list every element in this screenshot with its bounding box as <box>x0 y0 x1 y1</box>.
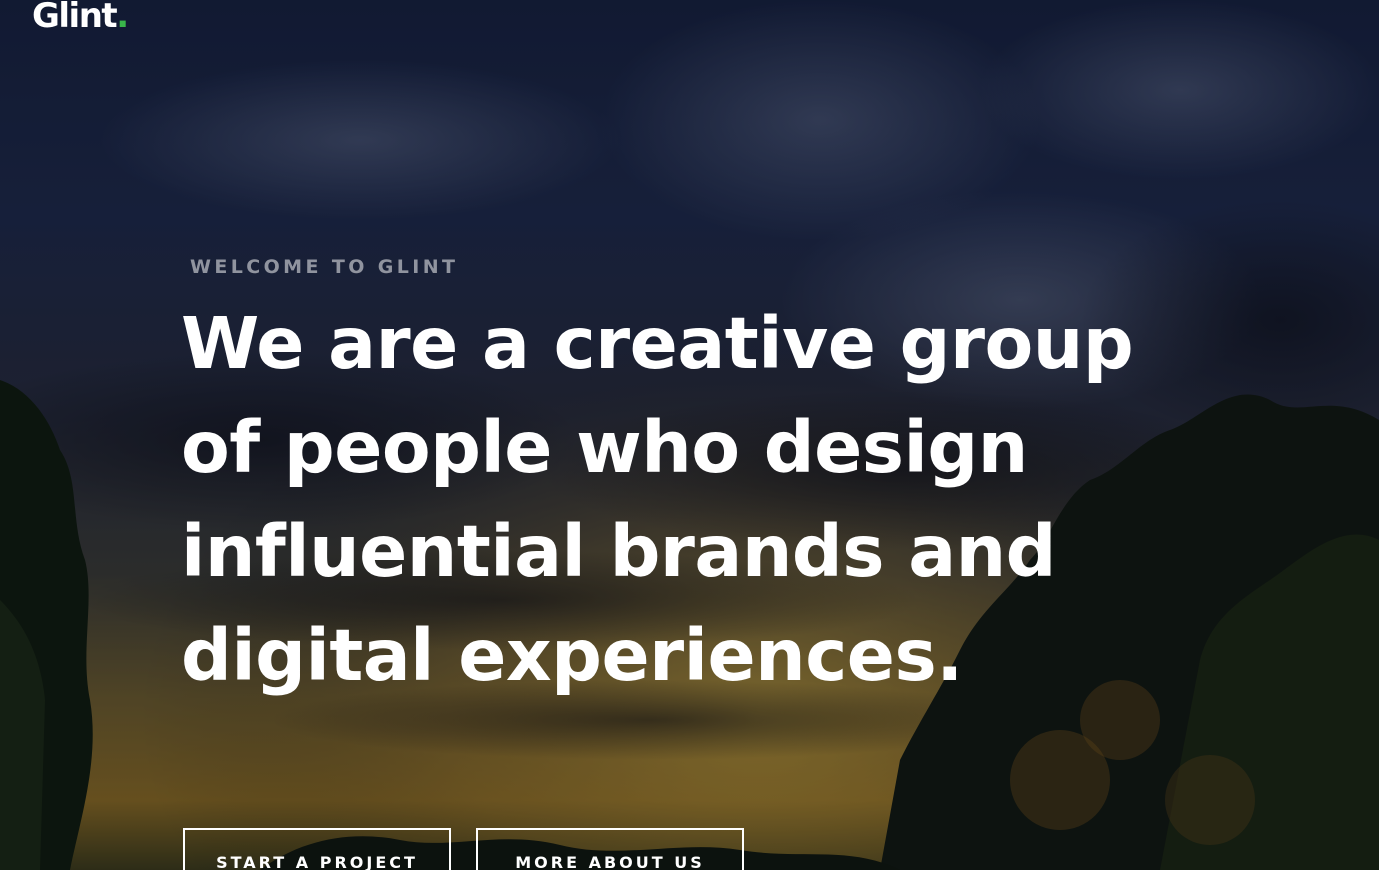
site-logo[interactable]: Glint. <box>32 0 129 36</box>
hero-eyebrow: WELCOME TO GLINT <box>190 256 459 278</box>
logo-text: Glint <box>32 0 118 36</box>
headline-line: of people who design <box>181 406 1028 489</box>
headline-line: digital experiences. <box>181 614 963 697</box>
logo-dot: . <box>116 0 129 36</box>
headline-line: We are a creative group <box>181 302 1134 385</box>
more-about-us-button[interactable]: MORE ABOUT US <box>476 828 744 870</box>
start-project-button[interactable]: START A PROJECT <box>183 828 451 870</box>
headline-line: influential brands and <box>181 510 1056 593</box>
hero-section: Glint. WELCOME TO GLINT We are a creativ… <box>0 0 1379 870</box>
hero-headline: We are a creative group of people who de… <box>181 292 1181 708</box>
